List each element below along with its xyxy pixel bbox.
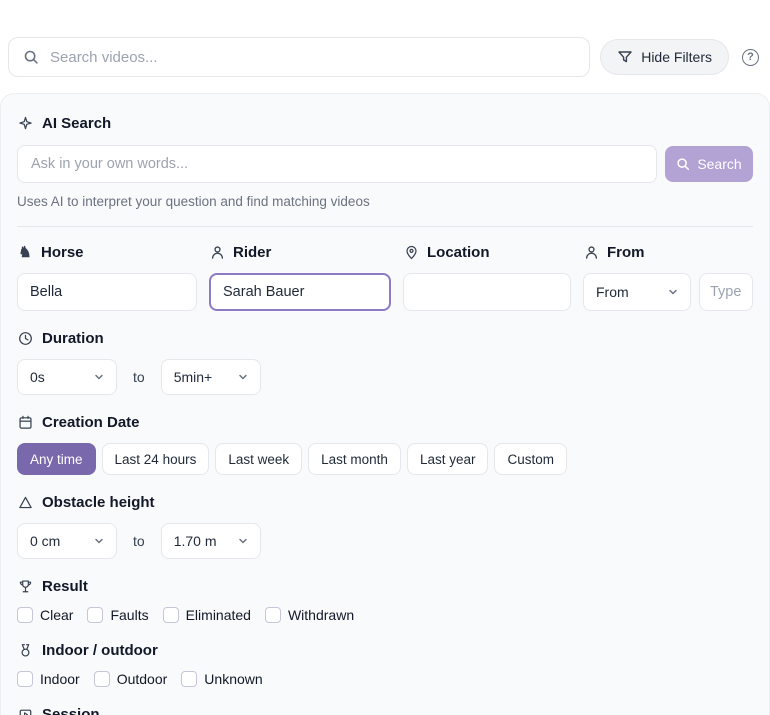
- chevron-down-icon: [665, 284, 681, 300]
- session-icon: [17, 707, 33, 715]
- withdrawn-checkbox[interactable]: [264, 607, 281, 623]
- search-icon: [23, 49, 39, 65]
- help-icon[interactable]: ?: [742, 48, 759, 66]
- eliminated-checkbox[interactable]: [162, 607, 179, 623]
- duration-title: Duration: [42, 330, 104, 347]
- withdrawn-label: Withdrawn: [287, 607, 355, 623]
- sparkle-icon: [17, 116, 33, 132]
- indoor-outdoor-title: Indoor / outdoor: [42, 642, 158, 659]
- unknown-option[interactable]: Unknown: [181, 671, 263, 687]
- top-bar: Hide Filters ?: [0, 0, 770, 93]
- indoor-checkbox[interactable]: [17, 671, 33, 687]
- creation-date-option-any-time[interactable]: Any time: [17, 443, 96, 475]
- clear-label: Clear: [40, 607, 74, 623]
- rider-field: Rider: [209, 243, 391, 311]
- obstacle-height-section: Obstacle height 0 cm to 1.70 m: [17, 493, 753, 559]
- outdoor-label: Outdoor: [116, 671, 168, 687]
- creation-date-option-last-week[interactable]: Last week: [215, 443, 303, 475]
- outdoor-option[interactable]: Outdoor: [93, 671, 168, 687]
- creation-date-section: Creation Date Any time Last 24 hours Las…: [17, 413, 753, 475]
- person-icon: [583, 245, 599, 261]
- from-type-input[interactable]: [699, 273, 753, 311]
- duration-to-label: to: [133, 369, 145, 385]
- unknown-checkbox[interactable]: [181, 671, 198, 687]
- horse-label: Horse: [41, 244, 84, 261]
- result-section: Result Clear Faults Eliminated Withdrawn: [17, 577, 753, 623]
- result-option-eliminated[interactable]: Eliminated: [162, 607, 251, 623]
- duration-min-select[interactable]: 0s: [17, 359, 117, 395]
- result-option-clear[interactable]: Clear: [17, 607, 73, 623]
- filters-panel: AI Search Search Uses AI to interpret yo…: [0, 93, 770, 715]
- indoor-outdoor-section: Indoor / outdoor Indoor Outdoor Unknown: [17, 641, 753, 687]
- from-label: From: [607, 244, 645, 261]
- duration-max-select[interactable]: 5min+: [160, 359, 261, 395]
- duration-max-value: 5min+: [173, 369, 213, 385]
- triangle-icon: [17, 495, 33, 511]
- chevron-down-icon: [235, 369, 251, 385]
- location-field: Location: [403, 243, 571, 311]
- result-option-faults[interactable]: Faults: [87, 607, 149, 623]
- obstacle-min-value: 0 cm: [30, 533, 61, 549]
- obstacle-to-label: to: [133, 533, 145, 549]
- creation-date-title: Creation Date: [42, 414, 140, 431]
- eliminated-label: Eliminated: [185, 607, 251, 623]
- duration-min-value: 0s: [30, 369, 45, 385]
- creation-date-option-last-year[interactable]: Last year: [406, 443, 489, 475]
- ai-search-section: AI Search Search Uses AI to interpret yo…: [17, 114, 753, 210]
- ai-search-button[interactable]: Search: [665, 146, 753, 182]
- filter-funnel-icon: [617, 49, 633, 65]
- faults-checkbox[interactable]: [87, 607, 104, 623]
- video-search-box[interactable]: [8, 37, 591, 77]
- video-search-input[interactable]: [50, 48, 576, 66]
- session-title: Session: [42, 706, 100, 715]
- entity-filters-row: ♞ Horse Rider Location: [17, 243, 753, 311]
- chevron-down-icon: [235, 533, 251, 549]
- ai-search-input[interactable]: [17, 145, 657, 183]
- trophy-icon: [17, 579, 33, 595]
- creation-date-option-last-24-hours[interactable]: Last 24 hours: [101, 443, 210, 475]
- ai-search-button-label: Search: [697, 156, 742, 172]
- indoor-label: Indoor: [40, 671, 80, 687]
- chevron-down-icon: [91, 533, 107, 549]
- clock-icon: [17, 331, 33, 347]
- indoor-option[interactable]: Indoor: [17, 671, 80, 687]
- calendar-icon: [17, 415, 33, 431]
- from-select[interactable]: From: [583, 273, 691, 311]
- horse-input[interactable]: [17, 273, 197, 311]
- unknown-label: Unknown: [204, 671, 263, 687]
- creation-date-option-custom[interactable]: Custom: [494, 443, 567, 475]
- outdoor-checkbox[interactable]: [93, 671, 110, 687]
- person-icon: [209, 245, 225, 261]
- ai-search-helper-text: Uses AI to interpret your question and f…: [17, 194, 370, 209]
- obstacle-max-value: 1.70 m: [173, 533, 217, 549]
- rider-input[interactable]: [209, 273, 391, 311]
- ai-search-title: AI Search: [42, 115, 112, 132]
- location-input[interactable]: [403, 273, 571, 311]
- map-pin-icon: [403, 245, 419, 261]
- location-label: Location: [427, 244, 490, 261]
- from-select-value: From: [596, 284, 629, 300]
- rider-label: Rider: [233, 244, 272, 261]
- obstacle-max-select[interactable]: 1.70 m: [160, 523, 261, 559]
- search-icon: [676, 157, 690, 171]
- result-option-withdrawn[interactable]: Withdrawn: [264, 607, 355, 623]
- faults-label: Faults: [110, 607, 149, 623]
- horse-field: ♞ Horse: [17, 243, 197, 311]
- creation-date-option-last-month[interactable]: Last month: [308, 443, 401, 475]
- hide-filters-label: Hide Filters: [641, 49, 712, 65]
- duration-section: Duration 0s to 5min+: [17, 329, 753, 395]
- obstacle-min-select[interactable]: 0 cm: [17, 523, 117, 559]
- obstacle-height-title: Obstacle height: [42, 494, 155, 511]
- chevron-down-icon: [91, 369, 107, 385]
- clear-checkbox[interactable]: [17, 607, 33, 623]
- hide-filters-button[interactable]: Hide Filters: [600, 39, 729, 75]
- medal-icon: [17, 643, 33, 659]
- divider: [17, 226, 753, 227]
- session-section: Session: [17, 705, 753, 715]
- from-field: From From: [583, 243, 753, 311]
- result-title: Result: [42, 578, 88, 595]
- horse-icon: ♞: [18, 243, 32, 261]
